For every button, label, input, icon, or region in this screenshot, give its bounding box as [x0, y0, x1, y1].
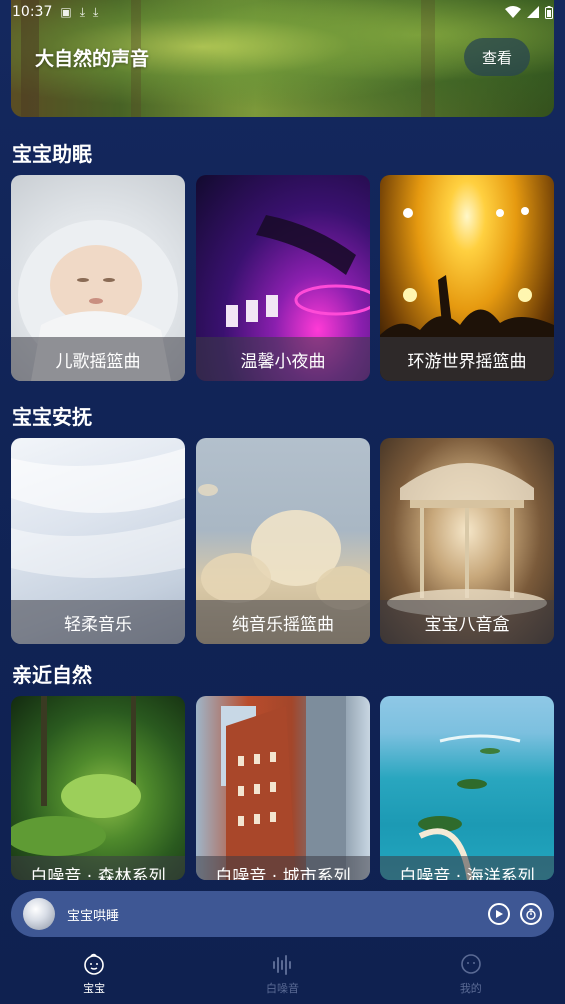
city-buildings-image — [221, 696, 346, 880]
bottom-nav: 宝宝 白噪音 我的 — [0, 944, 565, 1004]
card-row-sleep: 儿歌摇篮曲 温馨小夜曲 环游世界摇篮曲 — [11, 175, 554, 381]
mini-player[interactable]: 宝宝哄睡 — [11, 891, 554, 937]
nav-item-white-noise[interactable]: 白噪音 — [222, 952, 342, 996]
card-label: 宝宝八音盒 — [380, 600, 554, 644]
view-button[interactable]: 查看 — [464, 38, 530, 76]
player-title: 宝宝哄睡 — [67, 908, 120, 924]
card-forest-noise[interactable]: 白噪音 · 森林系列 — [11, 696, 185, 880]
card-label: 温馨小夜曲 — [196, 337, 370, 381]
card-label: 白噪音 · 城市系列 — [196, 856, 370, 880]
card-baby-music-box[interactable]: 宝宝八音盒 — [380, 438, 554, 644]
baby-face-icon — [82, 952, 106, 976]
player-thumbnail — [23, 898, 55, 930]
card-nursery-lullaby[interactable]: 儿歌摇篮曲 — [11, 175, 185, 381]
card-city-noise[interactable]: 白噪音 · 城市系列 — [196, 696, 370, 880]
nav-label: 宝宝 — [83, 982, 106, 995]
timer-icon[interactable] — [520, 903, 542, 925]
card-soft-music[interactable]: 轻柔音乐 — [11, 438, 185, 644]
smile-face-icon — [459, 952, 483, 976]
card-label: 环游世界摇篮曲 — [380, 337, 554, 381]
nav-item-baby[interactable]: 宝宝 — [34, 952, 154, 996]
section-title-soothe: 宝宝安抚 — [12, 405, 92, 429]
status-bar: 10:37 ▣ ⤓ ⤓ — [0, 0, 565, 24]
card-pure-music-lullaby[interactable]: 纯音乐摇篮曲 — [196, 438, 370, 644]
forest-image — [11, 696, 141, 856]
card-label: 轻柔音乐 — [11, 600, 185, 644]
ocean-islands-image — [418, 734, 521, 880]
card-world-lullaby[interactable]: 环游世界摇篮曲 — [380, 175, 554, 381]
nav-label: 白噪音 — [265, 982, 299, 995]
nav-item-mine[interactable]: 我的 — [411, 952, 531, 996]
battery-icon — [545, 5, 553, 19]
app-icon: ▣ — [60, 5, 72, 19]
banner-title: 大自然的声音 — [35, 48, 150, 70]
download-icon: ⤓ — [93, 4, 99, 19]
card-label: 纯音乐摇篮曲 — [196, 600, 370, 644]
status-time: 10:37 — [12, 4, 53, 20]
section-title-nature: 亲近自然 — [12, 663, 92, 687]
signal-icon — [527, 6, 539, 18]
card-label: 儿歌摇篮曲 — [11, 337, 185, 381]
card-row-nature: 白噪音 · 森林系列 白噪音 · 城市系列 白噪音 · 海洋系列 — [11, 696, 554, 880]
download-icon: ⤓ — [79, 4, 86, 19]
card-label: 白噪音 · 森林系列 — [11, 856, 185, 880]
card-row-soothe: 轻柔音乐 纯音乐摇篮曲 宝宝八音盒 — [11, 438, 554, 644]
wifi-icon — [505, 6, 521, 18]
sound-wave-icon — [270, 952, 294, 976]
card-warm-serenade[interactable]: 温馨小夜曲 — [196, 175, 370, 381]
section-title-sleep: 宝宝助眠 — [12, 142, 92, 166]
nav-label: 我的 — [459, 982, 482, 995]
card-label: 白噪音 · 海洋系列 — [380, 856, 554, 880]
card-ocean-noise[interactable]: 白噪音 · 海洋系列 — [380, 696, 554, 880]
play-icon[interactable] — [488, 903, 510, 925]
